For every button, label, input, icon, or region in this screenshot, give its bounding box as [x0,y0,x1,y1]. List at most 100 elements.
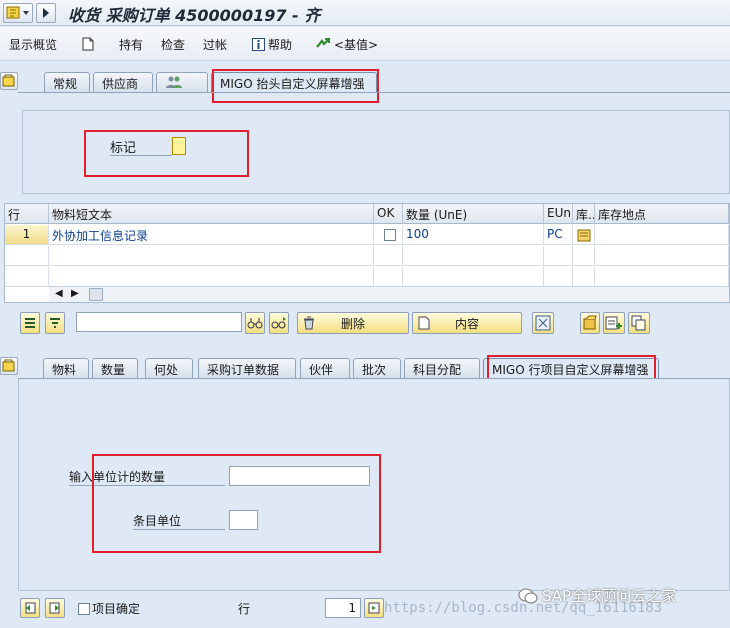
storage-icon[interactable] [576,227,592,243]
tab-quantity-label: 数量 [101,363,126,377]
go-to-icon [368,602,380,614]
column-header-storage-location[interactable]: 库存地点 [595,204,729,224]
tab-account-assignment[interactable]: 科目分配 [404,358,480,378]
row-quantity[interactable]: 100 [403,225,544,245]
document-icon [82,37,94,51]
column-header-short-text[interactable]: 物料短文本 [49,204,374,224]
add-row-icon [605,316,622,330]
go-to-line-button[interactable] [364,598,384,618]
tab-batch-label: 批次 [362,363,387,377]
content-button-label: 内容 [454,316,479,331]
empty-row-cell [374,267,403,287]
column-header-quantity[interactable]: 数量 (UnE) [403,204,544,224]
find-next-button[interactable] [269,312,289,334]
tab-po-data-label: 采购订单数据 [207,363,280,377]
empty-row-cell [5,267,49,287]
tab-batch[interactable]: 批次 [353,358,401,378]
expand-icon [535,315,551,331]
row-storage-cell [573,225,595,245]
column-header-ok[interactable]: OK [374,204,403,224]
scroll-right-icon[interactable]: ▶ [71,288,79,299]
people-icon [166,76,182,88]
row-ok-checkbox[interactable] [384,229,396,241]
content-document-icon [418,316,430,330]
next-item-button[interactable] [45,598,65,618]
deselect-all-button[interactable] [45,312,65,334]
item-ok-checkbox[interactable] [78,603,90,615]
row-short-text[interactable]: 外协加工信息记录 [49,225,374,245]
content-button[interactable]: 内容 [412,312,522,334]
collapse-icon [2,74,15,87]
empty-row-cell [544,246,573,266]
title-bar: 收货 采购订单 4500000197 - 齐 [0,0,730,26]
row-uom[interactable]: PC [544,225,573,245]
exit-button[interactable] [36,3,56,23]
default-values-icon [316,38,330,48]
empty-row-cell [403,246,544,266]
line-number-input[interactable]: 1 [325,598,361,618]
tab-vendor[interactable]: 供应商 [93,72,153,92]
arrow-left-icon [25,602,36,614]
column-header-line[interactable]: 行 [5,204,49,224]
column-header-storage[interactable]: 库.. [573,204,595,224]
select-all-button[interactable] [20,312,40,334]
trash-icon [304,316,314,330]
column-header-uom[interactable]: EUn [544,204,573,224]
empty-row-cell [49,246,374,266]
arrow-right-icon [49,602,60,614]
tab-general[interactable]: 常规 [44,72,90,92]
info-icon [252,37,265,51]
window-title: 收货 采购订单 4500000197 - 齐 [68,6,321,25]
tab-partner-icon[interactable] [156,72,208,92]
tab-partner[interactable]: 伙伴 [300,358,350,378]
row-line-button[interactable]: 1 [5,225,49,245]
hold-label: 持有 [119,37,144,52]
highlight-item-fields [92,454,381,553]
empty-row-cell [374,246,403,266]
horizontal-scrollbar[interactable]: ◀ ▶ [49,286,729,302]
collapse-header-button[interactable] [0,72,18,90]
previous-item-button[interactable] [20,598,40,618]
scroll-left-icon[interactable]: ◀ [55,288,63,299]
help-button[interactable]: 帮助 [252,35,292,53]
tab-strip-line [18,92,730,93]
tab-po-data[interactable]: 采购订单数据 [198,358,296,378]
empty-row-cell [403,267,544,287]
row-storage-location[interactable] [595,225,729,245]
find-button[interactable] [245,312,265,334]
collapse-icon [2,359,15,372]
tab-quantity[interactable]: 数量 [92,358,138,378]
stock-icon [583,315,597,330]
hold-button[interactable]: 持有 [119,35,143,53]
system-menu-button[interactable] [3,3,33,23]
post-button[interactable]: 过帐 [203,35,227,53]
copy-item-button[interactable] [628,312,650,334]
add-item-button[interactable] [603,312,625,334]
check-button[interactable]: 检查 [161,35,185,53]
tab-where[interactable]: 何处 [145,358,193,378]
tab-where-label: 何处 [154,363,179,377]
select-all-icon [25,318,35,328]
tab-material[interactable]: 物料 [43,358,89,378]
default-values-button[interactable]: <基值> [315,35,378,53]
delete-button-label: 删除 [340,316,365,331]
arrow-right-icon [43,8,49,18]
tab-material-label: 物料 [52,363,77,377]
display-overview-button[interactable]: 显示概览 [9,35,57,53]
fullscreen-button[interactable] [532,312,554,334]
stock-overview-button[interactable] [580,312,600,334]
application-toolbar: 显示概览 持有 检查 过帐 帮助 <基值> [0,27,730,61]
scroll-thumb[interactable] [89,288,103,301]
empty-row-cell [595,246,729,266]
collapse-item-detail-button[interactable] [0,357,18,375]
copy-icon [631,315,646,331]
empty-row-cell [5,246,49,266]
delete-button[interactable]: 删除 [297,312,409,334]
help-label: 帮助 [268,37,293,52]
binoculars-icon [247,318,263,329]
item-table: 行 物料短文本 OK 数量 (UnE) EUn 库.. 库存地点 1 外协加工信… [4,203,730,303]
grid-search-input[interactable] [76,312,242,332]
empty-row-cell [595,267,729,287]
new-document-button[interactable] [82,35,94,53]
row-ok-cell [374,225,403,245]
